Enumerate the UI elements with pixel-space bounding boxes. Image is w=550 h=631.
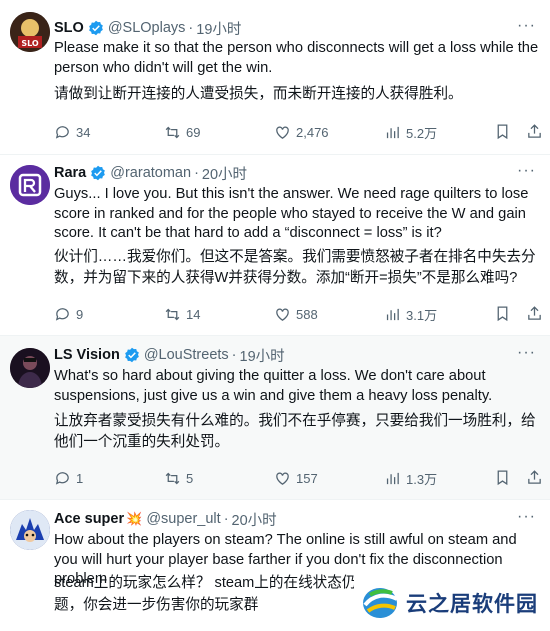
- watermark: 云之居软件园: [360, 585, 538, 621]
- tweet-translation: 让放弃者蒙受损失有什么难的。我们不在乎停赛，只要给我们一场胜利，给他们一个沉重的…: [54, 413, 536, 450]
- reply-icon: [55, 125, 69, 139]
- bookmark-icon[interactable]: [494, 305, 511, 325]
- retweet-icon: [165, 126, 180, 138]
- avatar-slo[interactable]: SLO: [10, 12, 50, 52]
- author-handle[interactable]: @super_ult: [146, 511, 220, 527]
- author-name[interactable]: Rara: [54, 165, 86, 181]
- avatar-rara[interactable]: [10, 165, 50, 205]
- like-button[interactable]: 2,476: [274, 122, 329, 142]
- more-options-icon[interactable]: ···: [517, 163, 536, 179]
- retweet-button[interactable]: 69: [164, 122, 200, 142]
- author-handle[interactable]: @LouStreets: [144, 347, 229, 363]
- tweet-translation: 伙计们……我爱你们。但这不是答案。我们需要愤怒被子者在排名中失去分数，并为留下来…: [54, 249, 536, 286]
- separator-dot: ·: [231, 347, 237, 363]
- views-icon: [386, 126, 399, 138]
- reply-icon: [55, 471, 69, 485]
- reply-button[interactable]: 34: [54, 122, 90, 142]
- retweet-count: 69: [186, 124, 201, 140]
- author-handle[interactable]: @SLOplays: [108, 20, 186, 36]
- tweet-translation: 请做到让断开连接的人遭受损失，而未断开连接的人获得胜利。: [54, 86, 463, 102]
- author-name[interactable]: LS Vision: [54, 347, 120, 363]
- timestamp[interactable]: 20小时: [232, 509, 277, 530]
- view-count: 5.2万: [406, 125, 438, 141]
- timestamp[interactable]: 19小时: [196, 18, 241, 39]
- reply-count: 9: [76, 306, 84, 322]
- more-options-icon[interactable]: ···: [517, 345, 536, 361]
- retweet-icon: [165, 472, 180, 484]
- retweet-icon: [165, 308, 180, 320]
- timestamp[interactable]: 19小时: [240, 345, 285, 366]
- heart-icon: [276, 472, 289, 485]
- views-icon: [386, 308, 399, 320]
- svg-text:SLO: SLO: [21, 39, 39, 48]
- watermark-text: 云之居软件园: [406, 593, 538, 616]
- author-name[interactable]: SLO: [54, 20, 84, 36]
- share-icon[interactable]: [526, 469, 543, 489]
- retweet-count: 5: [186, 470, 194, 486]
- view-count: 1.3万: [406, 471, 438, 487]
- reply-count: 1: [76, 470, 84, 486]
- tweet-translation: steam上的玩家怎么样？ steam上的在线状态仍: [54, 575, 354, 591]
- verified-badge-icon: [88, 20, 104, 36]
- reply-button[interactable]: 9: [54, 304, 83, 324]
- avatar-ace[interactable]: [10, 510, 50, 550]
- share-icon[interactable]: [526, 305, 543, 325]
- like-count: 588: [296, 306, 318, 322]
- like-button[interactable]: 588: [274, 304, 318, 324]
- views-button[interactable]: 1.3万: [384, 468, 437, 488]
- tweet-text: What's so hard about giving the quitter …: [54, 368, 493, 404]
- tweet-lsvision[interactable]: LS Vision @LouStreets · 19小时 ··· What's …: [0, 336, 550, 500]
- tweet-actions: 34 69 2,476 5.2万: [54, 122, 541, 143]
- reply-icon: [55, 307, 69, 321]
- watermark-logo-icon: [363, 588, 398, 618]
- bookmark-icon[interactable]: [494, 123, 511, 143]
- avatar-ls[interactable]: [10, 348, 50, 388]
- more-options-icon[interactable]: ···: [517, 18, 536, 34]
- like-count: 157: [296, 470, 318, 486]
- retweet-button[interactable]: 5: [164, 468, 193, 488]
- explosion-emoji: 💥: [126, 511, 143, 526]
- tweet-actions: 9 14 588 3.1万: [54, 304, 541, 325]
- timestamp[interactable]: 20小时: [202, 163, 247, 184]
- verified-badge-icon: [124, 347, 140, 363]
- tweet-rara[interactable]: Rara @raratoman · 20小时 ··· Guys... I lov…: [0, 155, 550, 336]
- views-button[interactable]: 5.2万: [384, 122, 437, 142]
- views-icon: [386, 472, 399, 484]
- separator-dot: ·: [188, 20, 194, 36]
- separator-dot: ·: [194, 165, 199, 181]
- tweet-text: Please make it so that the person who di…: [54, 40, 539, 76]
- more-options-icon[interactable]: ···: [517, 509, 536, 525]
- views-button[interactable]: 3.1万: [384, 304, 437, 324]
- reply-button[interactable]: 1: [54, 468, 83, 488]
- verified-badge-icon: [90, 165, 106, 181]
- share-icon[interactable]: [526, 123, 543, 143]
- view-count: 3.1万: [406, 307, 438, 323]
- reply-count: 34: [76, 124, 91, 140]
- heart-icon: [276, 308, 289, 321]
- tweet-slo[interactable]: SLO SLO @SLOplays · 19小时 ··· Please make…: [0, 0, 550, 155]
- like-count: 2,476: [296, 124, 329, 140]
- like-button[interactable]: 157: [274, 468, 318, 488]
- author-handle[interactable]: @raratoman: [110, 165, 191, 181]
- retweet-count: 14: [186, 306, 201, 322]
- bookmark-icon[interactable]: [494, 469, 511, 489]
- tweet-actions: 1 5 157 1.3万: [54, 468, 541, 489]
- retweet-button[interactable]: 14: [164, 304, 200, 324]
- author-name[interactable]: Ace super: [54, 511, 124, 527]
- tweet-text: Guys... I love you. But this isn't the a…: [54, 186, 529, 241]
- separator-dot: ·: [223, 511, 229, 527]
- heart-icon: [276, 126, 289, 139]
